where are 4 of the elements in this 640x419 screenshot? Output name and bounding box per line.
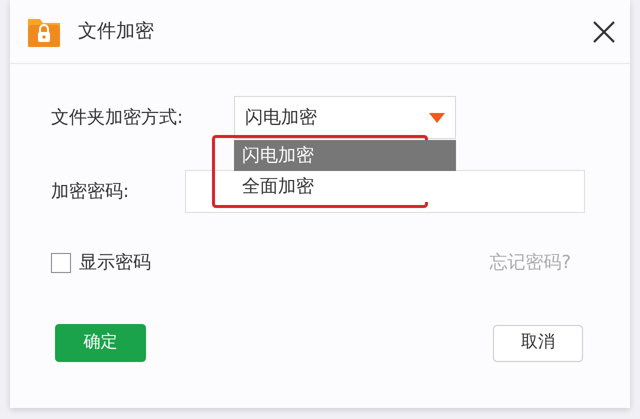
field-label: 加密密码:: [51, 180, 130, 204]
field-label: 文件夹加密方式:: [51, 106, 184, 130]
window-title: 文件加密: [78, 19, 154, 44]
checkbox-label: 显示密码: [79, 251, 151, 275]
